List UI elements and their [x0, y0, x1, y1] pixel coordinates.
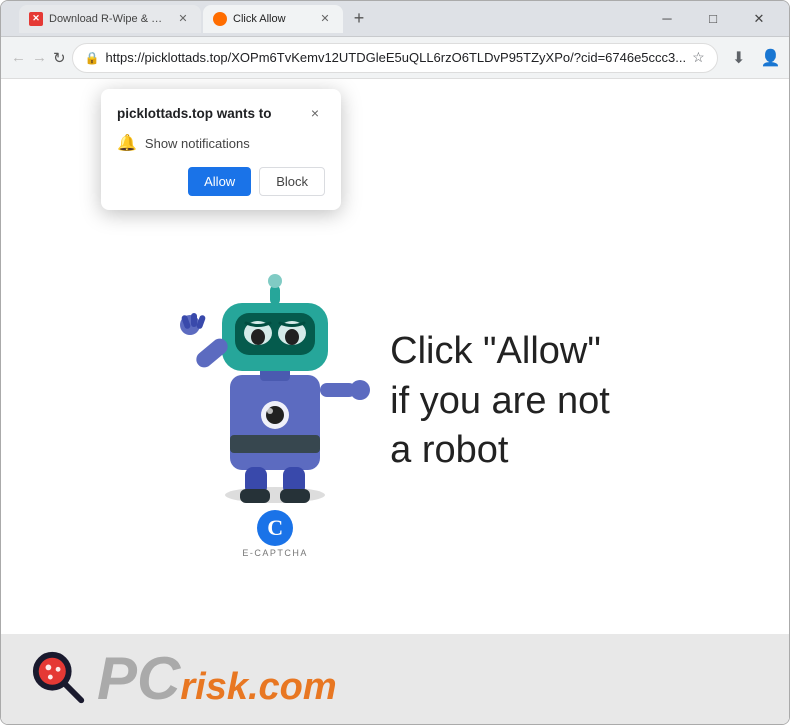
robot-area: C E-CAPTCHA	[180, 245, 370, 558]
dotcom-text: .com	[248, 666, 337, 709]
toolbar-icons: ⬇ 👤 ⋮	[724, 43, 790, 73]
popup-permission-row: 🔔 Show notifications	[117, 133, 325, 153]
back-button[interactable]: ←	[11, 44, 26, 72]
captcha-c-icon: C	[257, 510, 293, 546]
bell-icon: 🔔	[117, 133, 137, 153]
browser-tab-1[interactable]: ✕ Download R-Wipe & Clean 20... ✕	[19, 5, 201, 33]
main-text-line3: a robot	[390, 429, 508, 471]
reload-button[interactable]: ↻	[53, 44, 66, 72]
allow-button[interactable]: Allow	[188, 167, 251, 196]
url-text: https://picklottads.top/XOPm6TvKemv12UTD…	[106, 50, 687, 65]
captcha-logo: C E-CAPTCHA	[242, 510, 308, 558]
tab1-close-button[interactable]: ✕	[175, 11, 191, 27]
permission-label: Show notifications	[145, 136, 250, 151]
minimize-button[interactable]: ─	[645, 5, 689, 33]
title-bar: ✕ Download R-Wipe & Clean 20... ✕ Click …	[1, 1, 789, 37]
risk-letters: risk	[180, 668, 248, 706]
robot-illustration	[180, 245, 370, 505]
tab2-favicon	[213, 12, 227, 26]
main-text-line2: if you are not	[390, 380, 610, 422]
tab2-close-button[interactable]: ✕	[317, 11, 333, 27]
window-close-button[interactable]: ✕	[737, 5, 781, 33]
popup-title: picklottads.top wants to	[117, 106, 272, 121]
tab2-label: Click Allow	[233, 13, 286, 25]
new-tab-button[interactable]: +	[345, 5, 373, 33]
browser-window: ✕ Download R-Wipe & Clean 20... ✕ Click …	[0, 0, 790, 725]
captcha-label: E-CAPTCHA	[242, 548, 308, 558]
bookmark-star-icon[interactable]: ☆	[692, 49, 705, 66]
download-icon[interactable]: ⬇	[724, 43, 754, 73]
pcrisk-logo: PC risk .com	[31, 649, 337, 709]
page-content: picklottads.top wants to × 🔔 Show notifi…	[1, 79, 789, 724]
tab1-favicon: ✕	[29, 12, 43, 26]
browser-tab-2[interactable]: Click Allow ✕	[203, 5, 343, 33]
main-text-line1: Click "Allow"	[390, 330, 601, 372]
main-page-text: Click "Allow" if you are not a robot	[390, 327, 610, 475]
block-button[interactable]: Block	[259, 167, 325, 196]
pcrisk-footer: PC risk .com	[1, 634, 789, 724]
profile-icon[interactable]: 👤	[756, 43, 786, 73]
main-text-area: Click "Allow" if you are not a robot	[390, 327, 610, 475]
maximize-button[interactable]: □	[691, 5, 735, 33]
pc-letters: PC	[97, 649, 180, 709]
popup-close-button[interactable]: ×	[305, 103, 325, 123]
pcrisk-search-icon	[31, 650, 89, 708]
forward-button[interactable]: →	[32, 44, 47, 72]
url-bar[interactable]: 🔒 https://picklottads.top/XOPm6TvKemv12U…	[72, 43, 718, 73]
window-action-buttons: ─ □ ✕	[645, 5, 781, 33]
popup-header: picklottads.top wants to ×	[117, 103, 325, 123]
address-bar: ← → ↻ 🔒 https://picklottads.top/XOPm6TvK…	[1, 37, 789, 79]
tab-bar: ✕ Download R-Wipe & Clean 20... ✕ Click …	[19, 5, 641, 33]
tab1-label: Download R-Wipe & Clean 20...	[49, 13, 169, 25]
pcrisk-text: PC risk .com	[97, 649, 337, 709]
notification-popup: picklottads.top wants to × 🔔 Show notifi…	[101, 89, 341, 210]
lock-icon: 🔒	[85, 51, 100, 65]
popup-buttons: Allow Block	[117, 167, 325, 196]
